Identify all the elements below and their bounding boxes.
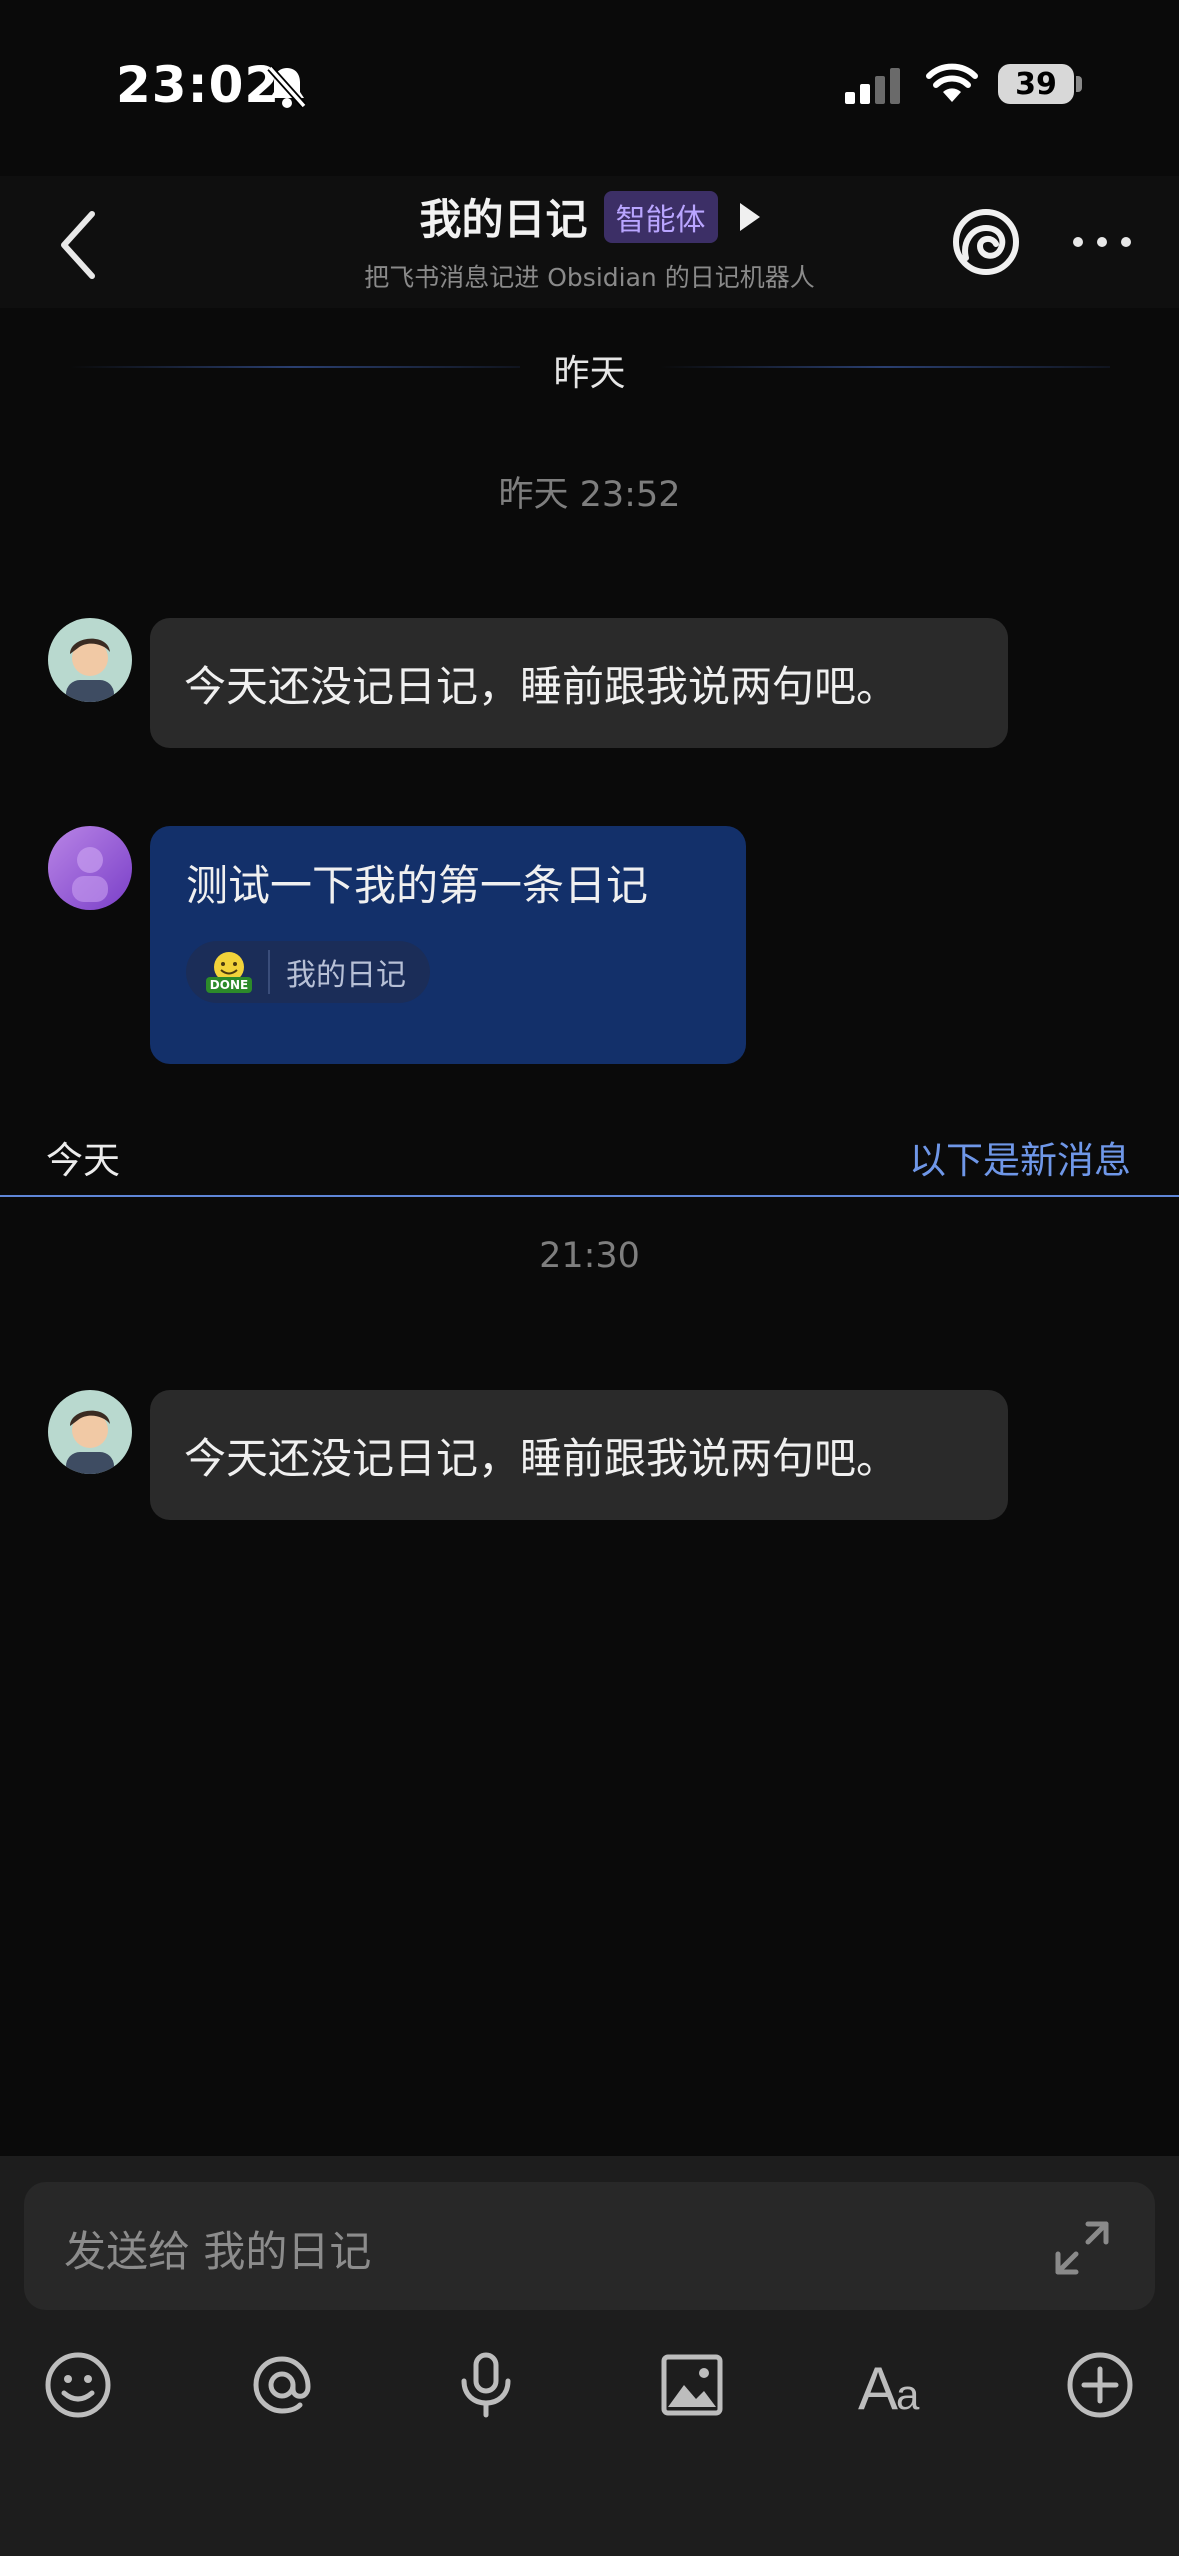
message-bubble[interactable]: 今天还没记日记，睡前跟我说两句吧。 — [150, 618, 1008, 748]
new-messages-label: 以下是新消息 — [909, 1139, 1131, 1182]
emoji-icon[interactable] — [38, 2345, 118, 2425]
message-text: 今天还没记日记，睡前跟我说两句吧。 — [184, 1433, 899, 1483]
cellular-signal-icon — [845, 66, 905, 110]
play-icon[interactable] — [739, 202, 760, 231]
expand-icon[interactable] — [1052, 2218, 1112, 2282]
agent-badge: 智能体 — [603, 190, 718, 243]
user-avatar[interactable] — [48, 826, 132, 910]
chat-title: 我的日记 — [419, 195, 588, 244]
message-timestamp: 昨天 23:52 — [498, 475, 681, 515]
plus-icon[interactable] — [1060, 2345, 1140, 2425]
wifi-icon — [925, 62, 979, 110]
message-bubble-sent[interactable]: 测试一下我的第一条日记 DONE 我的日记 — [150, 826, 746, 1064]
text-format-icon[interactable]: A a — [856, 2345, 936, 2425]
microphone-icon[interactable] — [446, 2345, 526, 2425]
done-emoji-icon: DONE — [206, 952, 252, 993]
message-text: 今天还没记日记，睡前跟我说两句吧。 — [184, 661, 899, 711]
message-bubble[interactable]: 今天还没记日记，睡前跟我说两句吧。 — [150, 1390, 1008, 1520]
date-divider: 昨天 — [553, 353, 626, 394]
today-label: 今天 — [46, 1139, 120, 1182]
svg-text:a: a — [896, 2371, 920, 2418]
bell-muted-icon — [266, 64, 308, 114]
svg-text:A: A — [858, 2355, 898, 2421]
bot-avatar[interactable] — [48, 618, 132, 702]
status-time: 23:02 — [116, 56, 281, 114]
message-text: 测试一下我的第一条日记 — [186, 861, 649, 910]
reaction-label: 我的日记 — [268, 950, 406, 994]
at-icon[interactable] — [242, 2345, 322, 2425]
new-messages-line — [0, 1195, 1179, 1197]
battery-indicator: 39 — [998, 64, 1074, 104]
message-timestamp: 21:30 — [539, 1236, 640, 1276]
image-icon[interactable] — [652, 2345, 732, 2425]
agent-logo-icon[interactable] — [950, 206, 1022, 282]
bot-avatar[interactable] — [48, 1390, 132, 1474]
message-input-placeholder: 发送给 我的日记 — [64, 2227, 372, 2276]
more-options-icon[interactable] — [1070, 232, 1134, 256]
done-emoji-text: DONE — [210, 978, 248, 992]
battery-cap — [1076, 76, 1082, 92]
reaction-chip[interactable]: DONE 我的日记 — [186, 941, 430, 1003]
